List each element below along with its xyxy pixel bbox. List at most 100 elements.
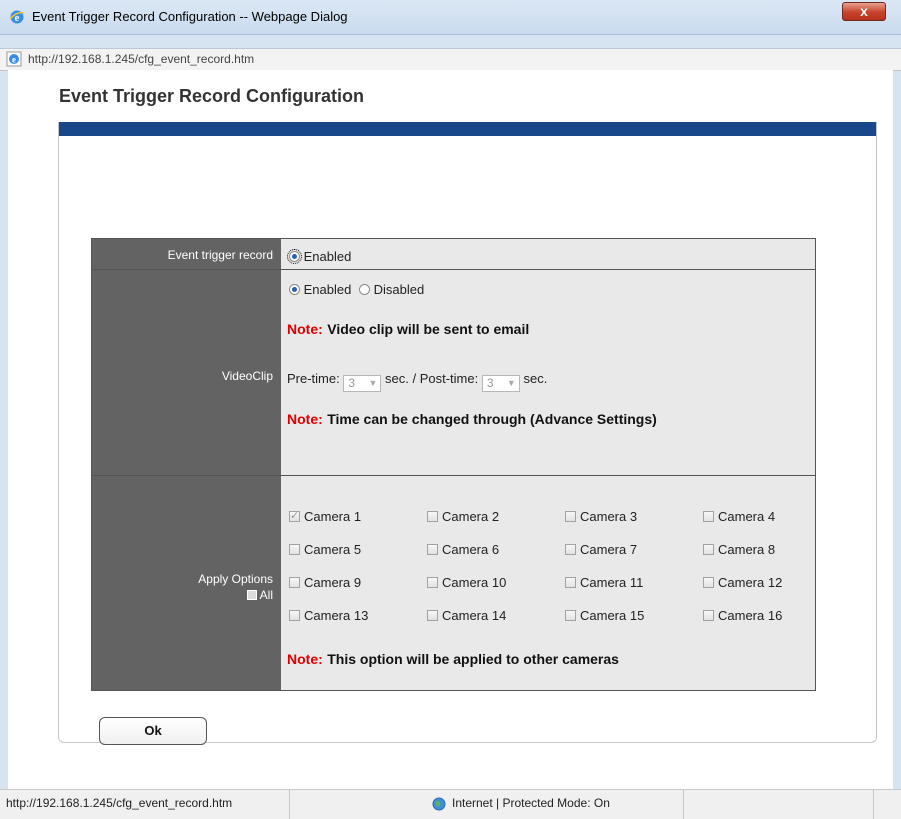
camera-option[interactable]: Camera 7 [565, 542, 637, 557]
page-title: Event Trigger Record Configuration [59, 86, 365, 106]
camera-label: Camera 8 [718, 542, 776, 557]
camera-option[interactable]: Camera 16 [703, 608, 782, 623]
time-settings: Pre-time: 3 ▼ sec. / Post-time: 3 ▼ sec. [287, 371, 547, 392]
camera-checkbox[interactable] [427, 511, 438, 522]
videoclip-note-advance: Note: Time can be changed through (Advan… [287, 411, 657, 429]
videoclip-disabled-label: Disabled [373, 282, 425, 297]
camera-label: Camera 1 [304, 509, 362, 524]
value-column: Enabled Enabled Disabled Note: Video cli… [281, 239, 815, 690]
apply-options-label: Apply Options [198, 572, 273, 586]
camera-label: Camera 4 [718, 509, 776, 524]
post-time-label: Post-time: [419, 371, 479, 386]
camera-option[interactable]: Camera 9 [289, 575, 361, 590]
camera-option[interactable]: Camera 6 [427, 542, 499, 557]
status-divider [873, 790, 874, 819]
camera-checkbox[interactable] [427, 610, 438, 621]
ie-icon: e [9, 10, 25, 24]
row-divider [92, 475, 815, 476]
videoclip-enabled-radio[interactable] [289, 284, 300, 295]
dialog-content: Event Trigger Record Configuration Event… [8, 70, 893, 789]
apply-all-checkbox[interactable] [246, 590, 257, 600]
camera-option[interactable]: Camera 12 [703, 575, 782, 590]
camera-option[interactable]: Camera 8 [703, 542, 775, 557]
status-divider [289, 790, 290, 819]
sec-label: sec. [384, 371, 409, 386]
videoclip-radio-group: Enabled Disabled [289, 282, 424, 297]
note-prefix: Note: [287, 321, 323, 337]
camera-option[interactable]: Camera 3 [565, 509, 637, 524]
apply-note: Note: This option will be applied to oth… [287, 651, 619, 669]
note-text: This option will be applied to other cam… [327, 651, 619, 667]
camera-label: Camera 16 [718, 608, 783, 623]
camera-checkbox[interactable] [703, 577, 714, 588]
camera-checkbox[interactable] [565, 577, 576, 588]
window-titlebar: e Event Trigger Record Configuration -- … [0, 0, 901, 35]
note-prefix: Note: [287, 411, 323, 427]
address-url: http://192.168.1.245/cfg_event_record.ht… [28, 52, 255, 66]
close-button[interactable]: x [842, 2, 886, 21]
svg-text:e: e [12, 55, 16, 65]
post-time-select[interactable]: 3 ▼ [481, 375, 520, 392]
pre-time-label: Pre-time: [287, 371, 340, 386]
camera-option[interactable]: Camera 13 [289, 608, 368, 623]
camera-checkbox[interactable] [289, 610, 300, 621]
row-divider [92, 269, 815, 270]
event-trigger-option[interactable]: Enabled [287, 249, 352, 264]
sec-label: sec. [523, 371, 548, 386]
note-text: Video clip will be sent to email [327, 321, 530, 337]
camera-checkbox[interactable] [565, 511, 576, 522]
camera-checkbox[interactable] [703, 544, 714, 555]
camera-option[interactable]: Camera 2 [427, 509, 499, 524]
camera-label: Camera 14 [442, 608, 507, 623]
apply-all-label: All [259, 588, 273, 602]
videoclip-disabled-radio[interactable] [358, 284, 370, 295]
config-table: Event trigger record VideoClip Apply Opt… [91, 238, 816, 691]
panel-header-bar [59, 122, 876, 136]
config-panel: Event trigger record VideoClip Apply Opt… [58, 122, 877, 745]
camera-label: Camera 2 [442, 509, 500, 524]
camera-option[interactable]: Camera 1 [289, 509, 361, 524]
address-bar: e http://192.168.1.245/cfg_event_record.… [0, 48, 901, 71]
label-column: Event trigger record VideoClip Apply Opt… [92, 239, 281, 690]
globe-icon [432, 797, 446, 811]
camera-label: Camera 12 [718, 575, 783, 590]
event-trigger-radio[interactable] [287, 249, 302, 264]
camera-label: Camera 10 [442, 575, 507, 590]
status-divider [683, 790, 684, 819]
event-trigger-enabled-label: Enabled [303, 249, 352, 264]
camera-label: Camera 7 [580, 542, 638, 557]
chevron-down-icon: ▼ [368, 378, 378, 388]
post-time-value: 3 [486, 376, 494, 390]
videoclip-label: VideoClip [221, 369, 273, 383]
camera-checkbox[interactable] [427, 544, 438, 555]
camera-option[interactable]: Camera 15 [565, 608, 644, 623]
apply-all-option[interactable]: All [246, 588, 273, 602]
status-bar: http://192.168.1.245/cfg_event_record.ht… [0, 789, 901, 819]
camera-checkbox[interactable] [703, 610, 714, 621]
note-prefix: Note: [287, 651, 323, 667]
camera-checkbox[interactable] [565, 610, 576, 621]
status-zone: Internet | Protected Mode: On [452, 796, 610, 810]
chevron-down-icon: ▼ [506, 378, 516, 388]
ok-button[interactable]: Ok [99, 717, 207, 745]
slash-separator: / [412, 371, 417, 386]
camera-label: Camera 9 [304, 575, 362, 590]
pre-time-select[interactable]: 3 ▼ [343, 375, 382, 392]
camera-checkbox[interactable] [703, 511, 714, 522]
camera-label: Camera 11 [580, 575, 644, 590]
camera-checkbox[interactable] [289, 509, 300, 522]
camera-option[interactable]: Camera 11 [565, 575, 643, 590]
camera-option[interactable]: Camera 5 [289, 542, 361, 557]
window-title: Event Trigger Record Configuration -- We… [32, 9, 348, 24]
camera-option[interactable]: Camera 10 [427, 575, 506, 590]
videoclip-enabled-label: Enabled [303, 282, 352, 297]
camera-checkbox[interactable] [289, 544, 300, 555]
camera-checkbox[interactable] [289, 577, 300, 588]
camera-checkbox[interactable] [427, 577, 438, 588]
camera-checkbox[interactable] [565, 544, 576, 555]
videoclip-note-email: Note: Video clip will be sent to email [287, 321, 529, 339]
event-trigger-label: Event trigger record [167, 248, 273, 262]
camera-option[interactable]: Camera 14 [427, 608, 506, 623]
camera-label: Camera 13 [304, 608, 369, 623]
camera-option[interactable]: Camera 4 [703, 509, 775, 524]
